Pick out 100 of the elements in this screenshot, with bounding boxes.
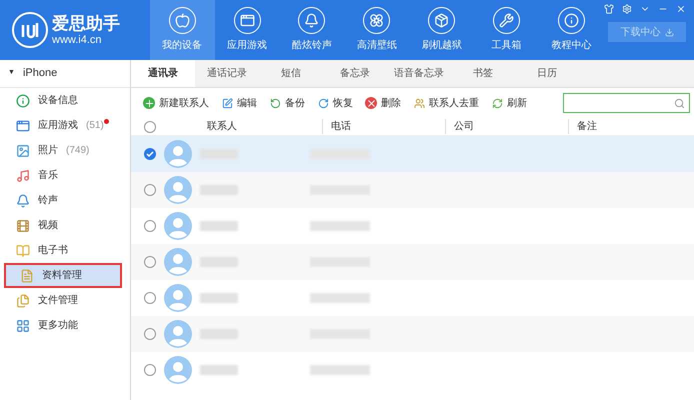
- tab[interactable]: 书签: [451, 60, 515, 87]
- blurred-phone: [310, 365, 370, 375]
- restore-icon: [317, 97, 329, 109]
- nav-tab[interactable]: 应用游戏: [214, 0, 280, 60]
- column-header[interactable]: 公司: [445, 119, 568, 134]
- files-icon: [16, 294, 30, 308]
- search-icon: [674, 98, 685, 108]
- toolbar-button[interactable]: 联系人去重: [413, 96, 479, 110]
- close-icon[interactable]: [676, 4, 686, 14]
- sidebar-label: 电子书: [38, 244, 68, 258]
- add-icon: [143, 97, 155, 109]
- sidebar-label: 资料管理: [42, 268, 82, 283]
- tab[interactable]: 备忘录: [323, 60, 387, 87]
- avatar-icon: [164, 284, 192, 312]
- logo-icon: [12, 12, 48, 48]
- sidebar-item[interactable]: 设备信息: [0, 88, 130, 113]
- column-header[interactable]: 备注: [568, 119, 691, 134]
- sidebar-item[interactable]: 电子书: [0, 238, 130, 263]
- app-url: www.i4.cn: [52, 34, 103, 48]
- toolbar-button[interactable]: 编辑: [221, 96, 257, 110]
- sidebar-item[interactable]: 应用游戏 (51): [0, 113, 130, 138]
- toolbar-button[interactable]: 恢复: [317, 96, 353, 110]
- sidebar-item[interactable]: 资料管理: [4, 263, 122, 288]
- contact-row[interactable]: [131, 244, 694, 280]
- grid-icon: [16, 318, 30, 332]
- blurred-name: [200, 365, 238, 375]
- row-checkbox[interactable]: [144, 184, 156, 196]
- delete-icon: [365, 97, 377, 109]
- blurred-name: [200, 149, 238, 159]
- avatar-icon: [164, 320, 192, 348]
- select-all-checkbox[interactable]: [144, 120, 156, 132]
- tab[interactable]: 通话记录: [195, 60, 259, 87]
- sidebar-item[interactable]: 音乐: [0, 163, 130, 188]
- document-icon: [20, 268, 34, 282]
- check-icon: [146, 150, 154, 158]
- sidebar-label: 视频: [38, 218, 58, 233]
- contacts-icon: [413, 97, 425, 109]
- avatar-icon: [164, 140, 192, 168]
- edit-icon: [221, 97, 233, 109]
- sidebar-item[interactable]: 照片 (749): [0, 138, 130, 163]
- sidebar-item[interactable]: 更多功能: [0, 313, 130, 338]
- toolbar-button[interactable]: 删除: [365, 96, 401, 110]
- contact-row[interactable]: [131, 172, 694, 208]
- sidebar-label: 更多功能: [38, 318, 78, 333]
- row-checkbox[interactable]: [144, 328, 156, 340]
- info-icon: [16, 94, 30, 108]
- row-checkbox[interactable]: [144, 364, 156, 376]
- search-field[interactable]: [563, 93, 690, 113]
- sidebar-item[interactable]: 铃声: [0, 188, 130, 213]
- nav-tab[interactable]: 教程中心: [539, 0, 604, 60]
- sidebar-item[interactable]: 文件管理: [0, 288, 130, 313]
- sidebar-label: 应用游戏: [38, 118, 78, 133]
- nav-tab[interactable]: 工具箱: [474, 0, 540, 60]
- column-header[interactable]: 电话: [322, 119, 445, 134]
- blurred-name: [200, 221, 238, 231]
- bell-icon: [298, 7, 326, 34]
- tab[interactable]: 通讯录: [131, 60, 195, 87]
- apple-icon: [168, 7, 196, 34]
- blurred-phone: [310, 293, 370, 303]
- row-checkbox[interactable]: [144, 256, 156, 268]
- avatar-icon: [164, 248, 192, 276]
- info-icon: [558, 7, 586, 34]
- blurred-name: [200, 293, 238, 303]
- sidebar-label: 照片: [38, 144, 58, 158]
- download-icon: [664, 28, 674, 36]
- film-icon: [16, 218, 30, 232]
- sidebar-label: 文件管理: [38, 294, 78, 308]
- column-header[interactable]: 联系人: [199, 119, 322, 134]
- photo-icon: [16, 144, 30, 158]
- app-store-icon: [234, 7, 261, 34]
- backup-icon: [269, 97, 281, 109]
- tab[interactable]: 语音备忘录: [387, 60, 451, 87]
- row-checkbox[interactable]: [144, 220, 156, 232]
- bell-icon: [16, 194, 30, 208]
- toolbar-button[interactable]: 新建联系人: [143, 96, 209, 110]
- avatar-icon: [164, 356, 192, 384]
- toolbar-button[interactable]: 备份: [269, 96, 305, 110]
- sidebar-label: 铃声: [38, 194, 58, 208]
- box-icon: [428, 7, 456, 34]
- skin-icon[interactable]: [604, 4, 614, 14]
- row-checkbox[interactable]: [144, 292, 156, 304]
- app-name: 爱思助手: [52, 12, 120, 34]
- tab[interactable]: 短信: [259, 60, 323, 87]
- contact-row[interactable]: [131, 316, 694, 352]
- row-checkbox[interactable]: [144, 148, 156, 160]
- nav-tab[interactable]: 高清壁纸: [344, 0, 410, 60]
- tab[interactable]: 日历: [515, 60, 579, 87]
- wrench-icon: [493, 7, 520, 34]
- sidebar-item[interactable]: 视频: [0, 213, 130, 238]
- item-count: (51): [86, 119, 104, 133]
- book-icon: [16, 244, 30, 258]
- nav-tab[interactable]: 刷机越狱: [409, 0, 474, 60]
- toolbar-button[interactable]: 刷新: [491, 96, 527, 110]
- flower-icon: [363, 7, 390, 34]
- app-icon: [16, 118, 30, 132]
- settings-icon[interactable]: [622, 4, 632, 14]
- blurred-phone: [310, 221, 370, 231]
- nav-tab[interactable]: 酷炫铃声: [280, 0, 344, 60]
- avatar-icon: [164, 176, 192, 204]
- sidebar-label: 音乐: [38, 168, 58, 183]
